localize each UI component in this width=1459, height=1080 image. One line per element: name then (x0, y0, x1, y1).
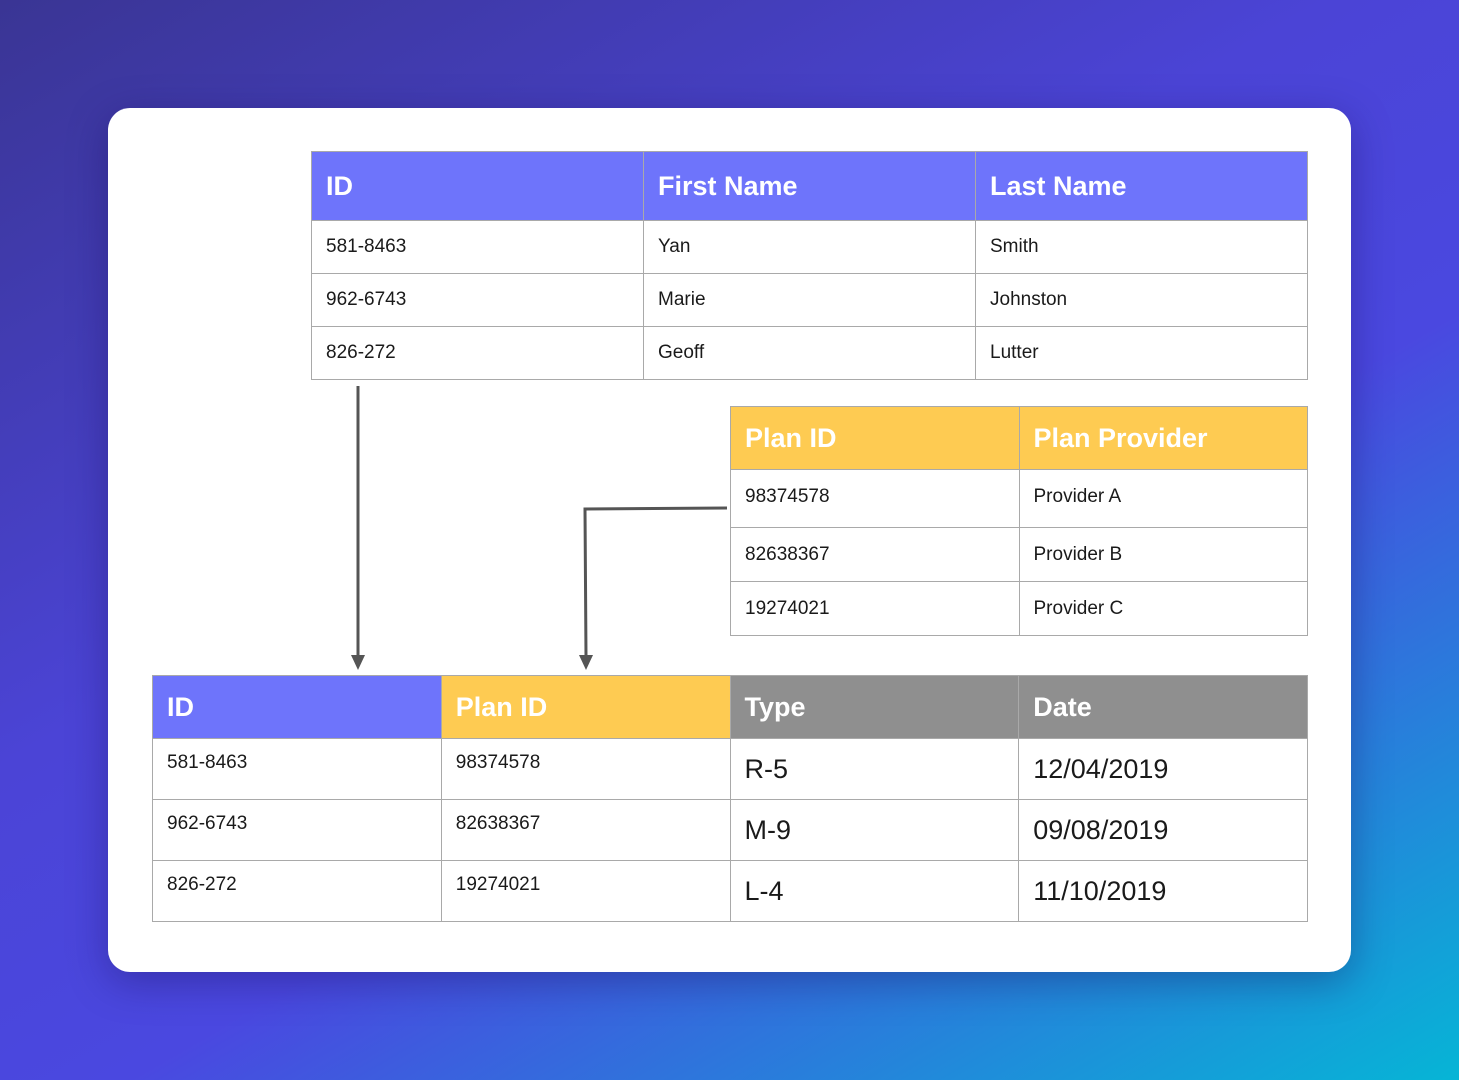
table-row: 581-8463 Yan Smith (311, 220, 1308, 274)
column-header-id: ID (311, 151, 644, 221)
table-row: 962-6743 Marie Johnston (311, 273, 1308, 327)
table-cell: Provider C (1018, 581, 1308, 636)
table-row: 962-6743 82638367 M-9 09/08/2019 (152, 799, 1308, 861)
arrowhead-icon (351, 655, 365, 670)
table-row: 826-272 Geoff Lutter (311, 326, 1308, 380)
table-cell: 826-272 (311, 326, 644, 380)
table-cell: 19274021 (730, 581, 1020, 636)
table-cell: Provider B (1018, 527, 1308, 582)
table-header-row: ID Plan ID Type Date (152, 675, 1308, 739)
arrow-plans-to-joined (579, 506, 728, 670)
table-cell: 581-8463 (152, 738, 442, 800)
table-cell: 581-8463 (311, 220, 644, 274)
diagram-card: ID First Name Last Name 581-8463 Yan Smi… (108, 108, 1351, 972)
column-header-first-name: First Name (643, 151, 976, 221)
table-cell: 98374578 (730, 469, 1020, 528)
table-row: 98374578 Provider A (730, 469, 1308, 528)
table-cell: L-4 (729, 860, 1020, 922)
table-cell: 962-6743 (311, 273, 644, 327)
table-cell: R-5 (729, 738, 1020, 800)
table-row: 82638367 Provider B (730, 527, 1308, 582)
table-row: 581-8463 98374578 R-5 12/04/2019 (152, 738, 1308, 800)
joined-table: ID Plan ID Type Date 581-8463 98374578 R… (152, 675, 1308, 922)
column-header-type: Type (729, 675, 1020, 739)
table-cell: 98374578 (440, 738, 731, 800)
table-cell: 826-272 (152, 860, 442, 922)
table-cell: 962-6743 (152, 799, 442, 861)
table-cell: Marie (643, 273, 976, 327)
table-cell: Geoff (643, 326, 976, 380)
plans-table: Plan ID Plan Provider 98374578 Provider … (730, 406, 1308, 636)
connector-line (583, 506, 728, 658)
column-header-last-name: Last Name (975, 151, 1308, 221)
arrow-people-to-joined (351, 386, 365, 670)
table-cell: 19274021 (440, 860, 731, 922)
table-cell: 82638367 (440, 799, 731, 861)
column-header-id: ID (152, 675, 442, 739)
table-header-row: Plan ID Plan Provider (730, 406, 1308, 470)
arrowhead-icon (579, 655, 593, 670)
table-cell: M-9 (729, 799, 1020, 861)
table-cell: 09/08/2019 (1018, 799, 1308, 861)
table-cell: 11/10/2019 (1018, 860, 1308, 922)
table-cell: Johnston (975, 273, 1308, 327)
table-row: 19274021 Provider C (730, 581, 1308, 636)
column-header-date: Date (1018, 675, 1308, 739)
table-header-row: ID First Name Last Name (311, 151, 1308, 221)
table-cell: 12/04/2019 (1018, 738, 1308, 800)
table-cell: Provider A (1018, 469, 1308, 528)
column-header-plan-id: Plan ID (440, 675, 731, 739)
people-table: ID First Name Last Name 581-8463 Yan Smi… (311, 151, 1308, 380)
column-header-plan-id: Plan ID (730, 406, 1020, 470)
table-cell: Lutter (975, 326, 1308, 380)
table-cell: Yan (643, 220, 976, 274)
table-cell: 82638367 (730, 527, 1020, 582)
column-header-plan-provider: Plan Provider (1018, 406, 1308, 470)
table-cell: Smith (975, 220, 1308, 274)
table-row: 826-272 19274021 L-4 11/10/2019 (152, 860, 1308, 922)
